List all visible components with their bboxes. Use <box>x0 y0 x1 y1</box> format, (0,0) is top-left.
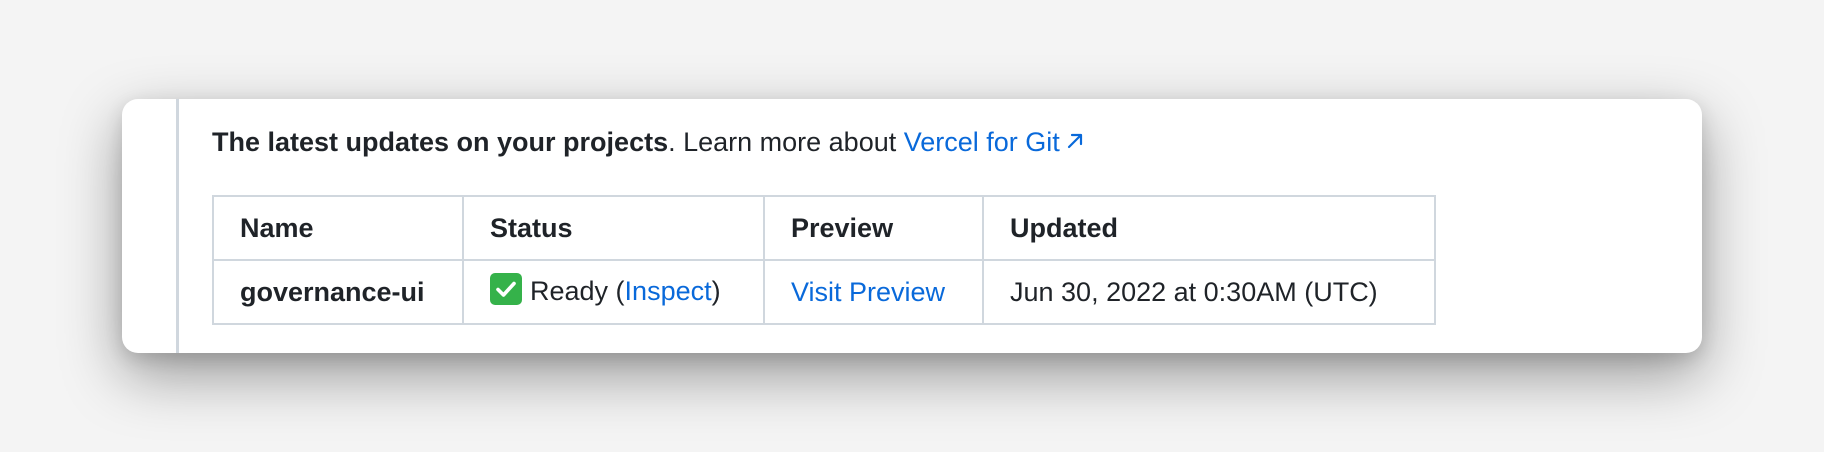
vercel-for-git-label: Vercel for Git <box>903 127 1060 157</box>
intro-rest: . Learn more about <box>668 127 904 157</box>
intro-text: The latest updates on your projects. Lea… <box>212 99 1702 161</box>
external-link-arrow-icon <box>1066 122 1084 160</box>
updated-cell: Jun 30, 2022 at 0:30AM (UTC) <box>982 259 1436 325</box>
visit-preview-link[interactable]: Visit Preview <box>791 277 945 307</box>
vercel-for-git-link[interactable]: Vercel for Git <box>904 127 1084 157</box>
comment-card: The latest updates on your projects. Lea… <box>122 99 1702 353</box>
header-name: Name <box>212 195 464 261</box>
header-status: Status <box>462 195 765 261</box>
deployments-table: Name Status Preview Updated governance-u… <box>212 195 1436 325</box>
preview-cell: Visit Preview <box>763 259 984 325</box>
header-preview: Preview <box>763 195 984 261</box>
intro-bold: The latest updates on your projects <box>212 127 669 157</box>
table-header-row: Name Status Preview Updated <box>212 195 1436 261</box>
table-row: governance-ui Ready (Inspect) Visit Prev… <box>212 259 1436 325</box>
project-name: governance-ui <box>212 259 464 325</box>
header-updated: Updated <box>982 195 1436 261</box>
comment-content: The latest updates on your projects. Lea… <box>212 99 1702 325</box>
check-mark-icon <box>490 273 522 306</box>
status-text: Ready ( <box>530 275 625 306</box>
blockquote-bar <box>176 99 179 353</box>
status-close-paren: ) <box>711 275 721 306</box>
status-cell: Ready (Inspect) <box>462 259 765 325</box>
inspect-link[interactable]: Inspect <box>625 276 712 306</box>
